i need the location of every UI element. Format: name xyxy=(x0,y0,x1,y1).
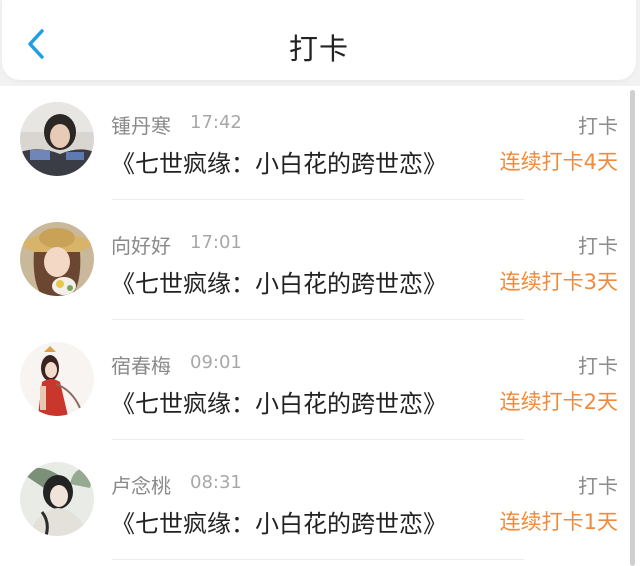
avatar[interactable] xyxy=(20,342,94,416)
streak-label: 连续打卡2天 xyxy=(499,390,618,414)
book-title: 《七世疯缘：小白花的跨世恋》 xyxy=(111,390,447,418)
user-name: 锺丹寒 xyxy=(111,114,171,138)
checkin-time: 17:42 xyxy=(190,112,242,133)
streak-label: 连续打卡1天 xyxy=(499,510,618,534)
avatar[interactable] xyxy=(20,462,94,536)
action-label: 打卡 xyxy=(578,354,618,378)
book-title: 《七世疯缘：小白花的跨世恋》 xyxy=(111,510,447,538)
divider xyxy=(112,559,524,560)
action-label: 打卡 xyxy=(578,474,618,498)
avatar[interactable] xyxy=(20,102,94,176)
streak-label: 连续打卡4天 xyxy=(499,150,618,174)
page-title: 打卡 xyxy=(288,32,349,66)
list-item[interactable]: 卢念桃 08:31 《七世疯缘：小白花的跨世恋》 打卡 连续打卡1天 xyxy=(0,446,628,566)
avatar[interactable] xyxy=(20,222,94,296)
checkin-time: 08:31 xyxy=(190,472,242,493)
divider xyxy=(112,319,524,320)
checkin-list: 锺丹寒 17:42 《七世疯缘：小白花的跨世恋》 打卡 连续打卡4天 向好好 1… xyxy=(0,86,640,566)
action-label: 打卡 xyxy=(578,114,618,138)
list-item[interactable]: 宿春梅 09:01 《七世疯缘：小白花的跨世恋》 打卡 连续打卡2天 xyxy=(0,326,628,446)
scrollbar[interactable] xyxy=(630,90,635,566)
user-name: 宿春梅 xyxy=(111,354,171,378)
user-name: 向好好 xyxy=(111,234,171,258)
streak-label: 连续打卡3天 xyxy=(499,270,618,294)
checkin-time: 09:01 xyxy=(190,352,242,373)
list-item[interactable]: 向好好 17:01 《七世疯缘：小白花的跨世恋》 打卡 连续打卡3天 xyxy=(0,206,628,326)
divider xyxy=(112,439,524,440)
user-name: 卢念桃 xyxy=(111,474,171,498)
book-title: 《七世疯缘：小白花的跨世恋》 xyxy=(111,270,447,298)
top-bar: 打卡 xyxy=(2,0,636,80)
divider xyxy=(112,199,524,200)
list-item[interactable]: 锺丹寒 17:42 《七世疯缘：小白花的跨世恋》 打卡 连续打卡4天 xyxy=(0,86,628,206)
action-label: 打卡 xyxy=(578,234,618,258)
book-title: 《七世疯缘：小白花的跨世恋》 xyxy=(111,150,447,178)
checkin-time: 17:01 xyxy=(190,232,242,253)
